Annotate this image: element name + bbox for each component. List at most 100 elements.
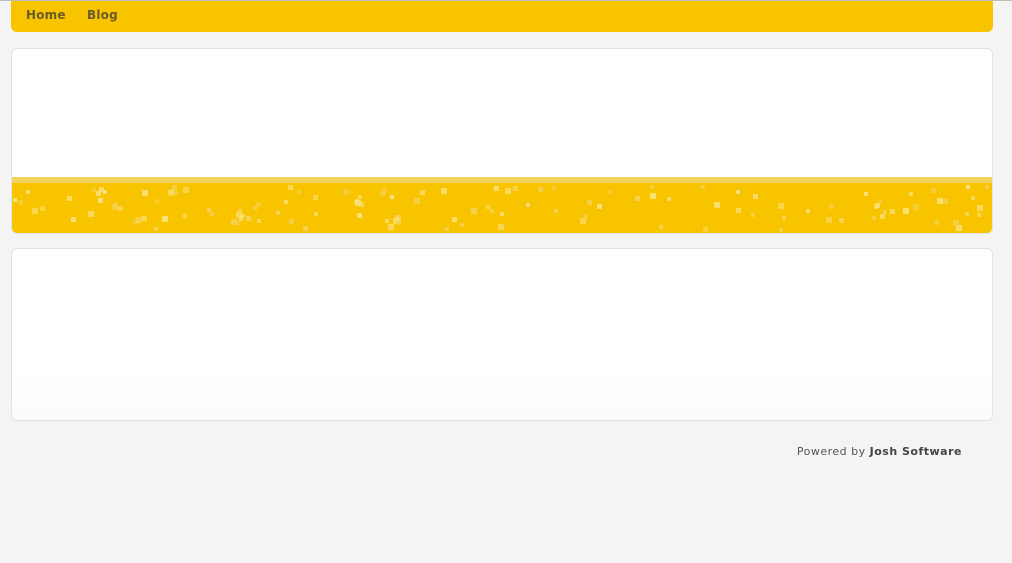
pixel-dot <box>297 190 301 194</box>
pixel-dot <box>864 192 868 196</box>
pixel-dot <box>388 224 394 230</box>
pixel-dot <box>210 212 214 216</box>
pixel-dot <box>155 199 159 203</box>
pixel-dot <box>284 200 288 204</box>
nav-link-blog[interactable]: Blog <box>87 8 118 22</box>
pixel-dot <box>554 209 558 213</box>
pixel-dot <box>357 213 362 218</box>
pixel-dot <box>343 189 349 195</box>
pixel-dot <box>890 209 895 214</box>
pixel-dot <box>701 185 705 189</box>
pixel-dot <box>414 198 420 204</box>
pixel-dot <box>26 190 30 194</box>
pixel-dot <box>943 199 948 204</box>
pixel-dot <box>486 205 490 209</box>
pixel-dot <box>236 212 242 218</box>
pixel-dot <box>460 223 464 227</box>
pixel-dot <box>420 190 425 195</box>
pixel-dot <box>390 195 394 199</box>
pixel-dot <box>931 188 936 193</box>
pixel-dot <box>650 185 654 189</box>
pixel-dot <box>498 224 504 230</box>
pixel-pattern-decoration <box>13 185 989 232</box>
pixel-dot <box>441 188 447 194</box>
pixel-dot <box>913 204 919 210</box>
pixel-dot <box>471 208 477 214</box>
pixel-dot <box>246 216 251 221</box>
pixel-dot <box>965 212 969 216</box>
pixel-dot <box>314 212 318 216</box>
pixel-dot <box>736 190 740 194</box>
main-content-panel <box>11 248 993 421</box>
pixel-dot <box>736 208 741 213</box>
header-banner-panel <box>11 48 993 234</box>
pixel-dot <box>88 211 94 217</box>
pixel-dot <box>112 204 118 210</box>
pixel-dot <box>903 208 909 214</box>
pixel-dot <box>380 191 385 196</box>
pixel-dot <box>98 198 103 203</box>
pixel-dot <box>714 202 720 208</box>
pixel-dot <box>92 188 96 192</box>
pixel-dot <box>659 225 663 229</box>
pixel-dot <box>826 217 832 223</box>
yellow-pixel-band <box>12 177 992 233</box>
pixel-dot <box>751 213 755 217</box>
pixel-dot <box>966 185 970 189</box>
pixel-dot <box>276 211 280 215</box>
pixel-dot <box>953 220 959 226</box>
pixel-dot <box>607 190 611 194</box>
pixel-dot <box>505 188 511 194</box>
pixel-dot <box>18 200 23 205</box>
pixel-dot <box>703 227 708 232</box>
pixel-dot <box>445 227 449 231</box>
pixel-dot <box>154 227 158 231</box>
footer-credit: Powered by Josh Software <box>797 445 962 458</box>
pixel-dot <box>580 218 586 224</box>
pixel-dot <box>878 200 882 204</box>
pixel-dot <box>500 212 504 216</box>
pixel-dot <box>71 217 76 222</box>
pixel-dot <box>985 185 989 189</box>
pixel-dot <box>142 216 147 221</box>
pixel-dot <box>839 218 844 223</box>
pixel-dot <box>782 216 786 220</box>
pixel-dot <box>359 202 364 207</box>
pixel-dot <box>13 198 17 202</box>
pixel-dot <box>231 219 237 225</box>
pixel-dot <box>118 206 123 211</box>
pixel-dot <box>753 194 758 199</box>
pixel-dot <box>257 219 261 223</box>
pixel-dot <box>313 195 318 200</box>
pixel-dot <box>40 206 45 211</box>
pixel-dot <box>829 204 834 209</box>
pixel-dot <box>552 186 556 190</box>
pixel-dot <box>96 191 101 196</box>
pixel-dot <box>168 190 174 196</box>
pixel-dot <box>880 214 885 219</box>
pixel-dot <box>977 205 983 211</box>
pixel-dot <box>142 190 148 196</box>
pixel-dot <box>253 206 257 210</box>
pixel-dot <box>136 217 142 223</box>
pixel-dot <box>397 221 401 225</box>
pixel-dot <box>883 210 887 214</box>
pixel-dot <box>490 209 494 213</box>
pixel-dot <box>174 191 178 195</box>
pixel-dot <box>779 228 783 232</box>
pixel-dot <box>526 203 530 207</box>
pixel-dot <box>971 196 975 200</box>
pixel-dot <box>977 213 981 217</box>
pixel-dot <box>937 198 943 204</box>
pixel-dot <box>289 219 294 224</box>
nav-link-home[interactable]: Home <box>26 8 66 22</box>
pixel-dot <box>303 226 308 231</box>
pixel-dot <box>452 217 457 222</box>
footer-brand-link[interactable]: Josh Software <box>870 445 962 458</box>
pixel-dot <box>358 195 362 199</box>
pixel-dot <box>494 186 499 191</box>
pixel-dot <box>385 219 389 223</box>
band-highlight-strip <box>12 177 992 183</box>
pixel-dot <box>288 185 293 190</box>
pixel-dot <box>635 196 640 201</box>
